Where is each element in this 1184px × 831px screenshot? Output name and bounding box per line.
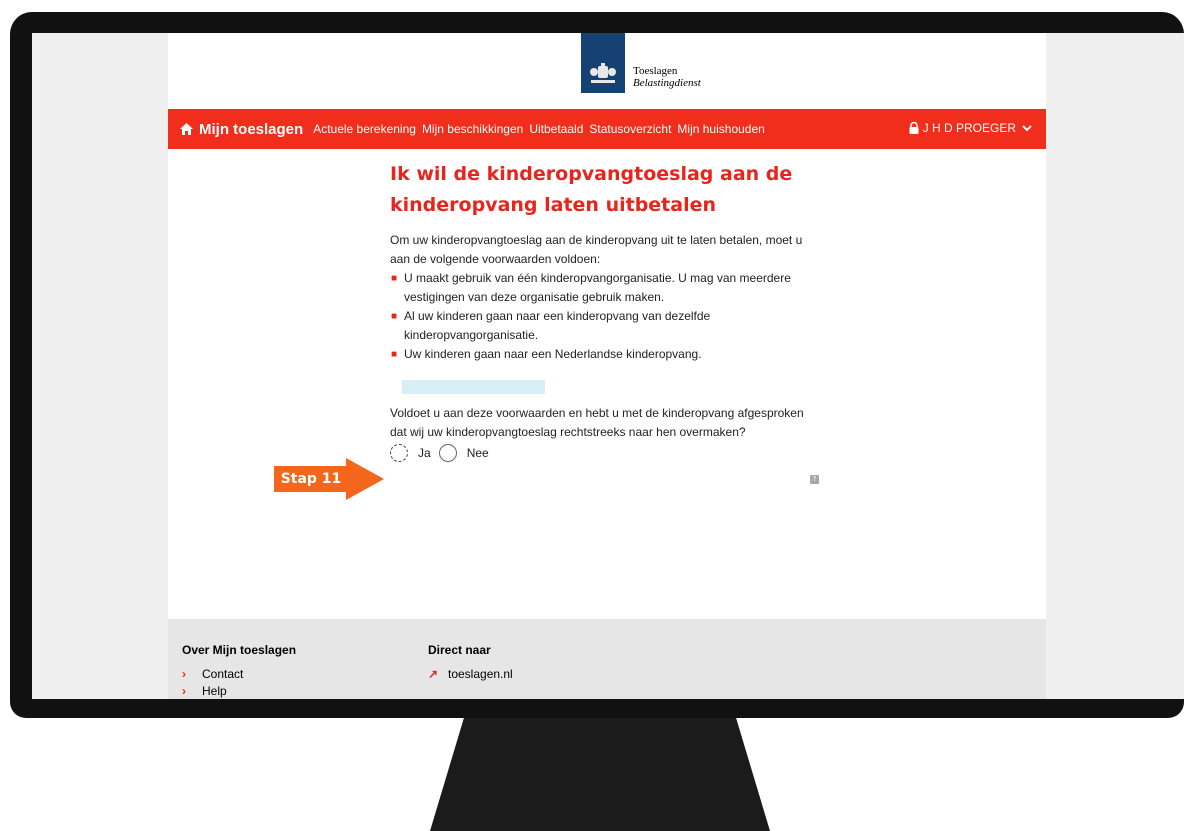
user-menu[interactable]: J H D PROEGER — [909, 121, 1036, 135]
info-bar — [402, 380, 545, 394]
help-icon[interactable]: ? — [810, 475, 819, 484]
nav-link-mijn-huishouden[interactable]: Mijn huishouden — [677, 122, 764, 136]
nav-link-uitbetaald[interactable]: Uitbetaald — [529, 122, 583, 136]
question-text: Voldoet u aan deze voorwaarden en hebt u… — [390, 406, 804, 439]
chevron-right-icon: › — [182, 684, 186, 698]
nav-links: Actuele berekening Mijn beschikkingen Ui… — [313, 122, 771, 136]
intro-text: Om uw kinderopvangtoeslag aan de kindero… — [390, 233, 803, 266]
footer-column-over: Over Mijn toeslagen › Contact › Help — [182, 643, 296, 699]
footer-link-toeslagen[interactable]: ↗ toeslagen.nl — [428, 667, 513, 681]
radio-nee[interactable] — [438, 444, 457, 462]
external-link-icon: ↗ — [428, 667, 439, 681]
main-navigation: Mijn toeslagen Actuele berekening Mijn b… — [168, 109, 1046, 149]
nav-link-actuele-berekening[interactable]: Actuele berekening — [313, 122, 416, 136]
chevron-right-icon: › — [182, 667, 186, 681]
nav-home-label: Mijn toeslagen — [199, 120, 304, 138]
footer-heading: Direct naar — [428, 643, 491, 657]
bullet-icon: ■ — [391, 311, 398, 322]
footer-link-label: Help — [202, 684, 227, 698]
monitor-screen: Toeslagen Belastingdienst Mijn toeslagen… — [32, 33, 1184, 699]
footer-link-help[interactable]: › Help — [182, 684, 296, 698]
nav-link-statusoverzicht[interactable]: Statusoverzicht — [589, 122, 671, 136]
footer-link-label: toeslagen.nl — [448, 667, 513, 681]
footer-link-label: Contact — [202, 667, 244, 681]
list-item: ■ Al uw kinderen gaan naar een kinderopva… — [390, 307, 810, 345]
brand-name: Toeslagen — [633, 65, 678, 77]
main-content: Ik wil de kinderopvangtoeslag aan de kin… — [390, 159, 810, 462]
radio-ja-label[interactable]: Ja — [418, 446, 431, 460]
bullet-icon: ■ — [391, 349, 398, 360]
page: Toeslagen Belastingdienst Mijn toeslagen… — [168, 33, 1046, 699]
conditions-list: ■ U maakt gebruik van één kinderopvangorg… — [390, 269, 810, 364]
footer-link-contact[interactable]: › Contact — [182, 667, 296, 681]
step-arrow-icon — [346, 458, 384, 500]
user-name: J H D PROEGER — [922, 121, 1016, 135]
lock-icon — [909, 122, 919, 134]
rijksoverheid-logo[interactable]: Toeslagen Belastingdienst — [581, 33, 701, 93]
bullet-icon: ■ — [391, 273, 398, 284]
list-item: ■ U maakt gebruik van één kinderopvangorg… — [390, 269, 810, 307]
logo-text: Toeslagen Belastingdienst — [633, 65, 701, 89]
footer: Over Mijn toeslagen › Contact › Help Direc… — [168, 619, 1046, 699]
condition-text: Uw kinderen gaan naar een Nederlandse ki… — [404, 347, 702, 361]
footer-column-direct: Direct naar ↗ toeslagen.nl — [428, 643, 513, 684]
page-title: Ik wil de kinderopvangtoeslag aan de kin… — [390, 163, 793, 216]
footer-heading: Over Mijn toeslagen — [182, 643, 297, 657]
step-label: Stap 11 — [274, 466, 348, 492]
condition-text: U maakt gebruik van één kinderopvangorga… — [404, 271, 791, 304]
chevron-down-icon — [1022, 124, 1032, 131]
radio-nee-label[interactable]: Nee — [467, 446, 489, 460]
logo-block — [581, 33, 625, 93]
answer-radio-group: Ja Nee — [390, 444, 810, 462]
nav-home-link[interactable]: Mijn toeslagen — [180, 121, 303, 138]
nav-link-mijn-beschikkingen[interactable]: Mijn beschikkingen — [422, 122, 523, 136]
coat-of-arms-icon — [590, 63, 616, 83]
list-item: ■ Uw kinderen gaan naar een Nederlandse k… — [390, 345, 810, 364]
brand-subname: Belastingdienst — [633, 77, 701, 89]
radio-ja[interactable] — [390, 444, 408, 462]
home-icon — [180, 123, 193, 135]
condition-text: Al uw kinderen gaan naar een kinderopvan… — [404, 309, 711, 342]
